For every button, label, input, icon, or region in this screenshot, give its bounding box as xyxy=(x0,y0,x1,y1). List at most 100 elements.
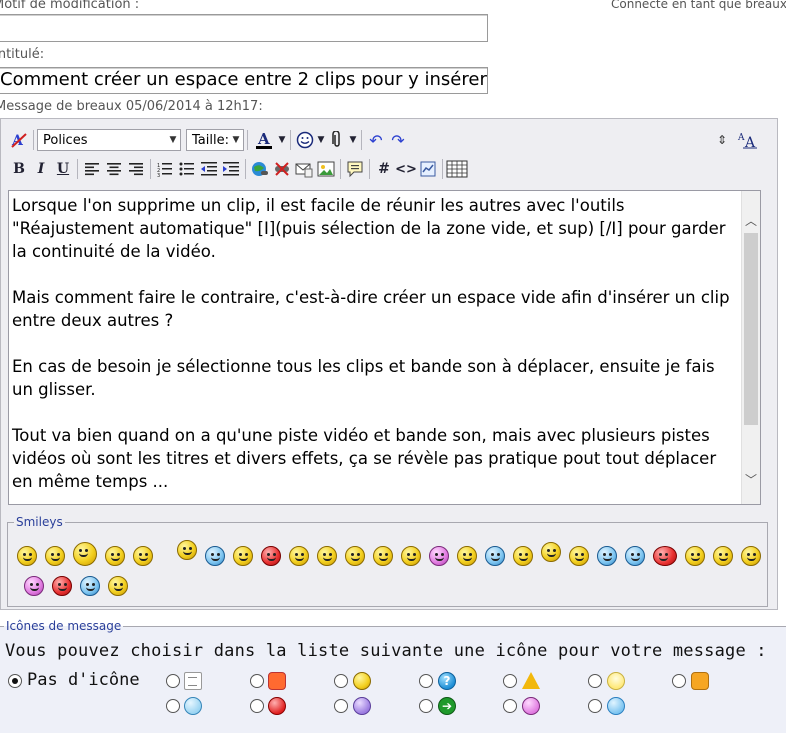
icon-radio-question[interactable] xyxy=(419,674,433,688)
smiley-icon[interactable] xyxy=(105,546,125,566)
attach-icon[interactable] xyxy=(326,129,348,151)
remove-link-icon[interactable] xyxy=(271,158,293,180)
smiley-thumbs-icon[interactable] xyxy=(17,546,37,566)
smiley-icon[interactable] xyxy=(24,576,44,596)
reason-label: Motif de modification : xyxy=(0,0,140,12)
icon-radio-wink[interactable] xyxy=(588,699,602,713)
happy-icon xyxy=(353,672,371,690)
toolbar-separator xyxy=(340,159,341,179)
bold-button[interactable]: B xyxy=(8,158,30,180)
text-size-icon[interactable]: AA xyxy=(737,129,759,151)
connected-as-text: Connecté en tant que breaux xyxy=(611,0,786,11)
smiley-icon[interactable] xyxy=(317,546,337,566)
icon-radio-cool[interactable] xyxy=(166,699,180,713)
smiley-icon[interactable] xyxy=(513,546,533,566)
size-combo[interactable]: Taille: ▼ xyxy=(186,129,244,151)
sad-icon xyxy=(353,697,371,715)
quote-icon[interactable] xyxy=(344,158,366,180)
icon-radio-sheet[interactable] xyxy=(166,674,180,688)
smiley-laugh-icon[interactable] xyxy=(233,546,253,566)
underline-button[interactable]: U xyxy=(52,158,74,180)
toolbar-separator xyxy=(442,159,443,179)
italic-button[interactable]: I xyxy=(30,158,52,180)
smiley-icon[interactable] xyxy=(345,546,365,566)
smiley-icon[interactable] xyxy=(73,542,97,566)
code-button[interactable]: <> xyxy=(395,158,417,180)
smiley-shout-icon[interactable] xyxy=(261,546,281,566)
smiley-icon[interactable] xyxy=(108,576,128,596)
attach-dropdown-icon[interactable]: ▼ xyxy=(348,129,358,151)
smiley-icon[interactable] xyxy=(373,546,393,566)
toolbar-separator xyxy=(247,130,248,150)
title-input[interactable]: Comment créer un espace entre 2 clips po… xyxy=(0,67,488,94)
icon-radio-thumbdown[interactable] xyxy=(250,674,264,688)
undo-icon[interactable]: ↶ xyxy=(365,129,387,151)
smiley-love-icon[interactable] xyxy=(713,546,733,566)
icon-radio-angry[interactable] xyxy=(250,699,264,713)
smiley-insert-icon[interactable] xyxy=(294,129,316,151)
icon-radio-warning[interactable] xyxy=(503,674,517,688)
insert-table-icon[interactable] xyxy=(446,158,468,180)
smiley-icon[interactable] xyxy=(741,546,761,566)
smiley-question-icon[interactable] xyxy=(485,546,505,566)
smiley-icon[interactable] xyxy=(289,546,309,566)
smiley-icon[interactable] xyxy=(80,576,100,596)
icon-radio-pink[interactable] xyxy=(503,699,517,713)
smiley-grin-icon[interactable] xyxy=(133,546,153,566)
smiley-icon[interactable] xyxy=(685,546,705,566)
redo-icon[interactable]: ↷ xyxy=(387,129,409,151)
smiley-icon[interactable] xyxy=(45,546,65,566)
resize-vertical-icon[interactable]: ⇕ xyxy=(711,129,733,151)
font-color-dropdown-icon[interactable]: ▼ xyxy=(277,129,287,151)
toolbar-separator xyxy=(369,159,370,179)
smiley-icon[interactable] xyxy=(625,546,645,566)
scrollbar-thumb[interactable] xyxy=(744,233,758,425)
smiley-dropdown-icon[interactable]: ▼ xyxy=(316,129,326,151)
icon-radio-sad[interactable] xyxy=(334,699,348,713)
title-label: Intitulé: xyxy=(0,47,45,62)
scroll-down-icon[interactable]: ﹀ xyxy=(742,468,760,490)
thumb-down-icon xyxy=(268,672,286,690)
scroll-up-icon[interactable]: ︿ xyxy=(742,209,760,231)
smileys-legend: Smileys xyxy=(16,515,63,529)
warning-icon xyxy=(522,672,540,689)
reason-input[interactable] xyxy=(0,14,488,42)
icon-radio-thumbup[interactable] xyxy=(672,674,686,688)
smiley-bunny-icon[interactable] xyxy=(429,546,449,566)
textarea-scrollbar[interactable]: ︿ ﹀ xyxy=(741,191,760,504)
toolbar-row-2: B I U 123 # <> xyxy=(8,158,468,180)
unordered-list-icon[interactable] xyxy=(176,158,198,180)
smiley-cry-icon[interactable] xyxy=(205,546,225,566)
indent-icon[interactable] xyxy=(220,158,242,180)
icon-radio-bulb[interactable] xyxy=(588,674,602,688)
font-combo[interactable]: Polices ▼ xyxy=(37,129,181,151)
font-color-icon[interactable]: A xyxy=(251,129,277,151)
smiley-angry-icon[interactable] xyxy=(52,576,72,596)
smiley-icon[interactable] xyxy=(457,546,477,566)
insert-link-icon[interactable] xyxy=(249,158,271,180)
clear-format-icon[interactable]: A xyxy=(8,129,30,151)
icon-radio-arrow[interactable] xyxy=(419,699,433,713)
align-right-icon[interactable] xyxy=(125,158,147,180)
outdent-icon[interactable] xyxy=(198,158,220,180)
insert-image-icon[interactable] xyxy=(315,158,337,180)
smiley-cool-icon[interactable] xyxy=(597,546,617,566)
insert-chart-icon[interactable] xyxy=(417,158,439,180)
hash-button[interactable]: # xyxy=(373,158,395,180)
align-center-icon[interactable] xyxy=(103,158,125,180)
smiley-icon[interactable] xyxy=(401,546,421,566)
svg-text:3: 3 xyxy=(157,173,160,177)
no-icon-radio[interactable] xyxy=(8,674,22,688)
smiley-icon[interactable] xyxy=(541,542,561,562)
smiley-icon[interactable] xyxy=(569,546,589,566)
message-textarea[interactable]: Lorsque l'on supprime un clip, il est fa… xyxy=(8,190,761,505)
smiley-icon[interactable] xyxy=(177,540,197,560)
ordered-list-icon[interactable]: 123 xyxy=(154,158,176,180)
smiley-help-icon[interactable] xyxy=(653,546,677,566)
align-left-icon[interactable] xyxy=(81,158,103,180)
icon-radio-happy[interactable] xyxy=(334,674,348,688)
insert-email-icon[interactable] xyxy=(293,158,315,180)
toolbar-separator xyxy=(361,130,362,150)
